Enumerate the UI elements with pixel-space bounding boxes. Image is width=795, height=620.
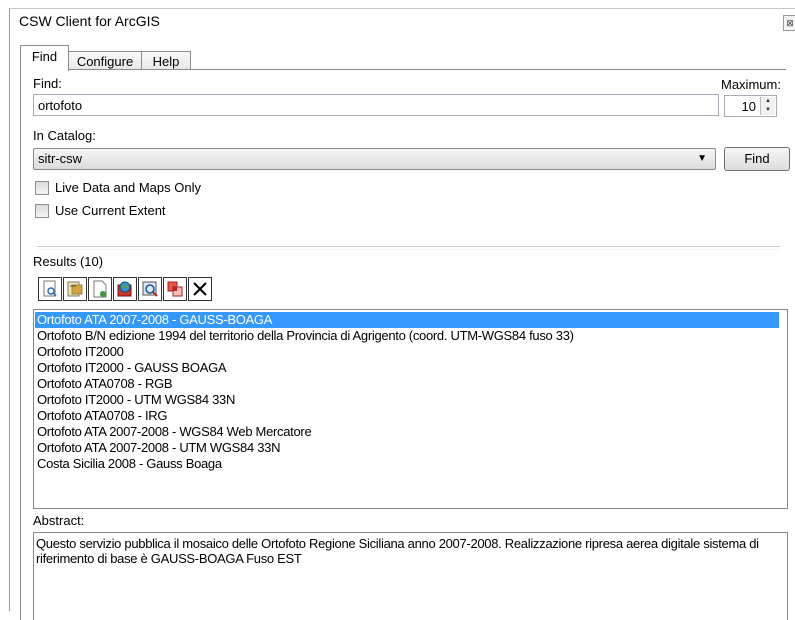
tab-find[interactable]: Find xyxy=(20,45,69,71)
current-extent-checkbox[interactable] xyxy=(35,204,49,218)
maximum-value: 10 xyxy=(741,99,756,114)
spin-down-icon[interactable]: ▼ xyxy=(761,106,775,115)
csw-client-window: CSW Client for ArcGIS ⊠ Find Configure H… xyxy=(9,8,795,620)
list-item[interactable]: Ortofoto ATA 2007-2008 - WGS84 Web Merca… xyxy=(35,424,779,440)
maximum-label: Maximum: xyxy=(721,77,781,92)
close-icon[interactable]: ⊠ xyxy=(783,15,795,31)
abstract-text: Questo servizio pubblica il mosaico dell… xyxy=(36,536,759,566)
catalog-label: In Catalog: xyxy=(33,128,96,143)
abstract-text-area[interactable]: Questo servizio pubblica il mosaico dell… xyxy=(33,532,788,620)
search-input[interactable]: ortofoto xyxy=(33,94,719,116)
find-panel: Find: ortofoto Maximum: 10 ▲ ▼ In Catalo… xyxy=(20,69,790,620)
list-item[interactable]: Ortofoto ATA 2007-2008 - UTM WGS84 33N xyxy=(35,440,779,456)
list-item[interactable]: Ortofoto ATA 2007-2008 - GAUSS-BOAGA xyxy=(35,312,779,328)
tab-help[interactable]: Help xyxy=(141,51,191,71)
abstract-label: Abstract: xyxy=(33,513,85,528)
clip-icon[interactable] xyxy=(163,277,187,301)
view-metadata-icon[interactable] xyxy=(38,277,62,301)
clear-icon[interactable] xyxy=(188,277,212,301)
find-label: Find: xyxy=(33,76,62,91)
list-item[interactable]: Costa Sicilia 2008 - Gauss Boaga xyxy=(35,456,779,472)
catalog-selected-value: sitr-csw xyxy=(38,151,83,166)
current-extent-label: Use Current Extent xyxy=(55,203,166,218)
title-bar: CSW Client for ArcGIS ⊠ xyxy=(10,9,795,35)
spinner-buttons[interactable]: ▲ ▼ xyxy=(760,97,775,115)
edit-metadata-icon[interactable] xyxy=(63,277,87,301)
catalog-select[interactable]: sitr-csw ▼ xyxy=(33,148,716,170)
live-data-label: Live Data and Maps Only xyxy=(55,180,201,195)
results-list[interactable]: Ortofoto ATA 2007-2008 - GAUSS-BOAGA Ort… xyxy=(33,309,788,509)
list-item[interactable]: Ortofoto ATA0708 - IRG xyxy=(35,408,779,424)
list-item[interactable]: Ortofoto B/N edizione 1994 del territori… xyxy=(35,328,779,344)
add-document-icon[interactable] xyxy=(88,277,112,301)
tab-configure[interactable]: Configure xyxy=(68,51,142,71)
results-label: Results (10) xyxy=(33,254,104,269)
window-title: CSW Client for ArcGIS xyxy=(19,13,160,29)
maximum-stepper[interactable]: 10 ▲ ▼ xyxy=(724,95,777,117)
list-item[interactable]: Ortofoto ATA0708 - RGB xyxy=(35,376,779,392)
list-item[interactable]: Ortofoto IT2000 - GAUSS BOAGA xyxy=(35,360,779,376)
section-divider xyxy=(37,246,780,250)
add-to-map-icon[interactable] xyxy=(113,277,137,301)
list-item[interactable]: Ortofoto IT2000 xyxy=(35,344,779,360)
find-button[interactable]: Find xyxy=(724,147,790,171)
zoom-to-extent-icon[interactable] xyxy=(138,277,162,301)
list-item[interactable]: Ortofoto IT2000 - UTM WGS84 33N xyxy=(35,392,779,408)
chevron-down-icon: ▼ xyxy=(697,153,707,164)
live-data-checkbox[interactable] xyxy=(35,181,49,195)
spin-up-icon[interactable]: ▲ xyxy=(761,97,775,106)
